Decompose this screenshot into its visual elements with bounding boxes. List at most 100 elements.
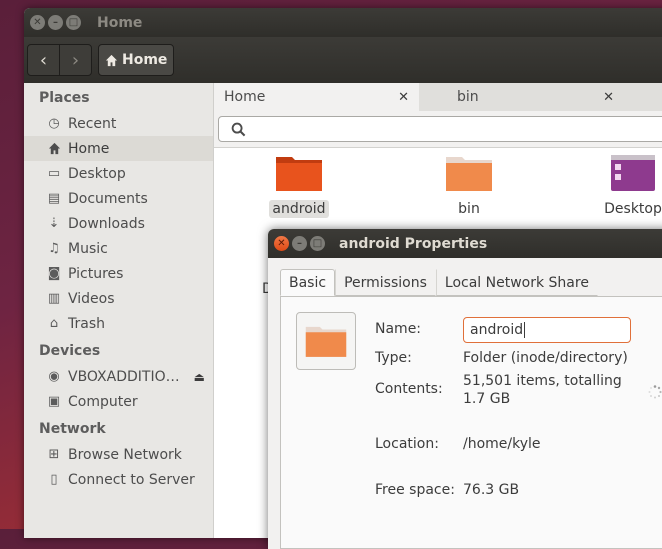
free-space-value: 76.3 GB [463,482,520,498]
contents-value-line2: 1.7 GB [463,391,511,407]
properties-dialog: ✕ – □ android Properties Basic Permissio… [268,229,662,549]
server-icon: ▯ [50,472,58,487]
tab-bin[interactable]: bin ✕ [419,83,624,111]
maximize-icon[interactable]: □ [66,15,81,30]
minimize-icon[interactable]: – [48,15,63,30]
chevron-right-icon: › [71,49,80,71]
back-button[interactable]: ‹ [28,45,59,75]
file-item-desktop[interactable]: Desktop [583,153,662,218]
tab-label: Home [224,89,266,105]
sidebar-places-header: Places [39,90,90,106]
file-label: Desktop [604,201,662,217]
sidebar-item-label: Pictures [68,265,124,282]
type-label: Type: [375,350,412,366]
forward-button[interactable]: › [59,45,91,75]
sidebar-item-documents[interactable]: ▤ Documents [24,186,213,211]
search-bar [214,111,662,148]
home-icon [105,54,118,66]
desktop-folder-icon [611,155,655,191]
sidebar-item-videos[interactable]: ▥ Videos [24,286,213,311]
sidebar-item-label: Downloads [68,215,145,232]
sidebar-item-connect-to-server[interactable]: ▯ Connect to Server [24,467,213,492]
file-label: android [269,200,329,218]
trash-icon: ⌂ [49,316,59,331]
name-input[interactable]: android [463,317,631,343]
sidebar-item-label: Trash [68,315,105,332]
tab-bar: Home ✕ bin ✕ [214,83,662,111]
sidebar-item-browse-network[interactable]: ⊞ Browse Network [24,442,213,467]
sidebar-item-home[interactable]: Home [24,136,213,161]
file-item-bin[interactable]: bin [419,153,519,218]
sidebar-item-desktop[interactable]: ▭ Desktop [24,161,213,186]
tab-basic[interactable]: Basic [280,269,336,296]
sidebar-item-downloads[interactable]: ⇣ Downloads [24,211,213,236]
sidebar-network-header: Network [39,421,106,437]
free-space-label: Free space: [375,482,455,498]
path-home-label: Home [122,52,168,68]
sidebar-item-music[interactable]: ♫ Music [24,236,213,261]
sidebar-item-label: Videos [68,290,115,307]
folder-icon [276,157,322,191]
text-caret [524,322,526,338]
basic-panel: Name: android Type: Folder (inode/direct… [280,296,662,549]
sidebar-item-label: Browse Network [68,446,182,463]
spinner-icon [648,385,662,399]
sidebar-item-label: Desktop [68,165,126,182]
tab-permissions[interactable]: Permissions [335,269,436,296]
close-icon[interactable]: ✕ [274,236,289,251]
sidebar-item-label: Recent [68,115,117,132]
dialog-title: android Properties [339,235,488,252]
type-value: Folder (inode/directory) [463,350,628,366]
computer-icon: ▣ [47,394,61,409]
folder-icon [446,157,492,191]
window-titlebar[interactable]: ✕ – □ Home [24,8,662,37]
disc-icon: ◉ [48,369,60,384]
sidebar-item-label: Connect to Server [68,471,195,488]
path-home-button[interactable]: Home [98,44,175,76]
contents-value-line1: 51,501 items, totalling [463,373,622,389]
sidebar-item-label: VBOXADDITIO… [68,368,180,385]
minimize-icon[interactable]: – [292,236,307,251]
sidebar-item-label: Music [68,240,108,257]
film-icon: ▥ [47,291,61,306]
sidebar-item-pictures[interactable]: ◙ Pictures [24,261,213,286]
sidebar-item-vboxadditions[interactable]: ◉ VBOXADDITIO… ⏏ [24,364,213,389]
tab-local-network-share[interactable]: Local Network Share [435,269,598,296]
clock-icon: ◷ [48,116,60,131]
sidebar-item-recent[interactable]: ◷ Recent [24,111,213,136]
window-title: Home [97,14,143,31]
close-tab-icon[interactable]: ✕ [603,90,614,105]
network-icon: ⊞ [48,447,60,462]
eject-icon[interactable]: ⏏ [194,370,205,384]
chevron-left-icon: ‹ [39,49,48,71]
sidebar-item-computer[interactable]: ▣ Computer [24,389,213,414]
search-input[interactable] [218,116,662,142]
tab-label: bin [457,89,479,105]
toolbar: ‹ › Home [24,37,662,83]
sidebar-item-label: Home [68,140,110,157]
name-label: Name: [375,321,422,337]
sidebar: Places ◷ Recent Home ▭ Desktop ▤ Documents … [24,83,214,538]
desktop-icon: ▭ [47,166,61,181]
sidebar-devices-header: Devices [39,343,101,359]
contents-label: Contents: [375,381,443,397]
location-value: /home/kyle [463,436,541,452]
close-tab-icon[interactable]: ✕ [398,90,409,105]
home-icon [46,142,62,155]
dialog-titlebar[interactable]: ✕ – □ android Properties [268,229,662,258]
dialog-tabs: Basic Permissions Local Network Share [280,269,598,296]
file-label: bin [458,201,480,217]
sidebar-item-trash[interactable]: ⌂ Trash [24,311,213,336]
downloads-icon: ⇣ [48,216,60,231]
close-icon[interactable]: ✕ [30,15,45,30]
music-icon: ♫ [48,241,60,256]
maximize-icon[interactable]: □ [310,236,325,251]
camera-icon: ◙ [47,266,61,281]
search-icon [231,122,246,136]
documents-icon: ▤ [47,191,61,206]
tab-home[interactable]: Home ✕ [214,83,419,111]
folder-preview-icon[interactable] [296,312,356,370]
name-input-value: android [470,322,524,338]
file-item-android[interactable]: android [249,153,349,218]
sidebar-item-label: Documents [68,190,148,207]
